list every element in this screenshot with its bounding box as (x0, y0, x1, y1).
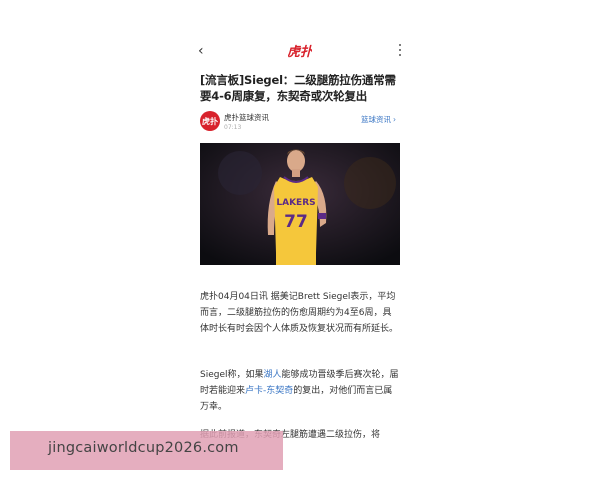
paragraph-1: 虎扑04月04日讯 据美记Brett Siegel表示，平均而言，二级腿筋拉伤的… (200, 292, 399, 334)
source-row: 虎扑 虎扑篮球资讯 07:13 篮球资讯 › (200, 111, 400, 135)
article-page: ‹ 虎扑 [流言板]Siegel：二级腿筋拉伤通常需要4-6周康复，东契奇或次轮… (196, 40, 404, 480)
tag-link-lakers[interactable]: 湖人 (264, 370, 282, 380)
paragraph-2-text-a: Siegel称，如果 (200, 370, 264, 380)
tag-link-doncic[interactable]: 卢卡-东契奇 (245, 386, 293, 396)
source-name[interactable]: 虎扑篮球资讯 (224, 112, 269, 123)
avatar-text: 虎扑 (202, 116, 218, 126)
article-photo[interactable]: LAKERS 77 (200, 143, 400, 265)
jersey-team-text: LAKERS (276, 198, 315, 208)
top-bar: ‹ 虎扑 (196, 40, 404, 64)
logo-text: 虎扑 (288, 44, 312, 60)
channel-link-label[interactable]: 篮球资讯 (361, 115, 391, 124)
jersey-number-text: 77 (284, 212, 308, 232)
hupu-logo: 虎扑 (288, 44, 312, 60)
more-icon[interactable] (398, 44, 402, 56)
watermark-text: jingcaiworldcup2026.com (48, 440, 239, 456)
avatar[interactable]: 虎扑 (200, 111, 220, 131)
back-icon[interactable]: ‹ (198, 43, 204, 59)
player-photo-illustration: LAKERS 77 (200, 143, 400, 265)
channel-link[interactable]: 篮球资讯 › (361, 114, 396, 125)
watermark-banner: jingcaiworldcup2026.com (10, 431, 283, 470)
paragraph-2: Siegel称，如果湖人能够成功晋级季后赛次轮，届时若能迎来卢卡-东契奇的复出，… (200, 367, 400, 415)
chevron-right-icon: › (393, 115, 396, 124)
publish-time: 07:13 (224, 124, 242, 131)
article-title: [流言板]Siegel：二级腿筋拉伤通常需要4-6周康复，东契奇或次轮复出 (200, 73, 396, 103)
